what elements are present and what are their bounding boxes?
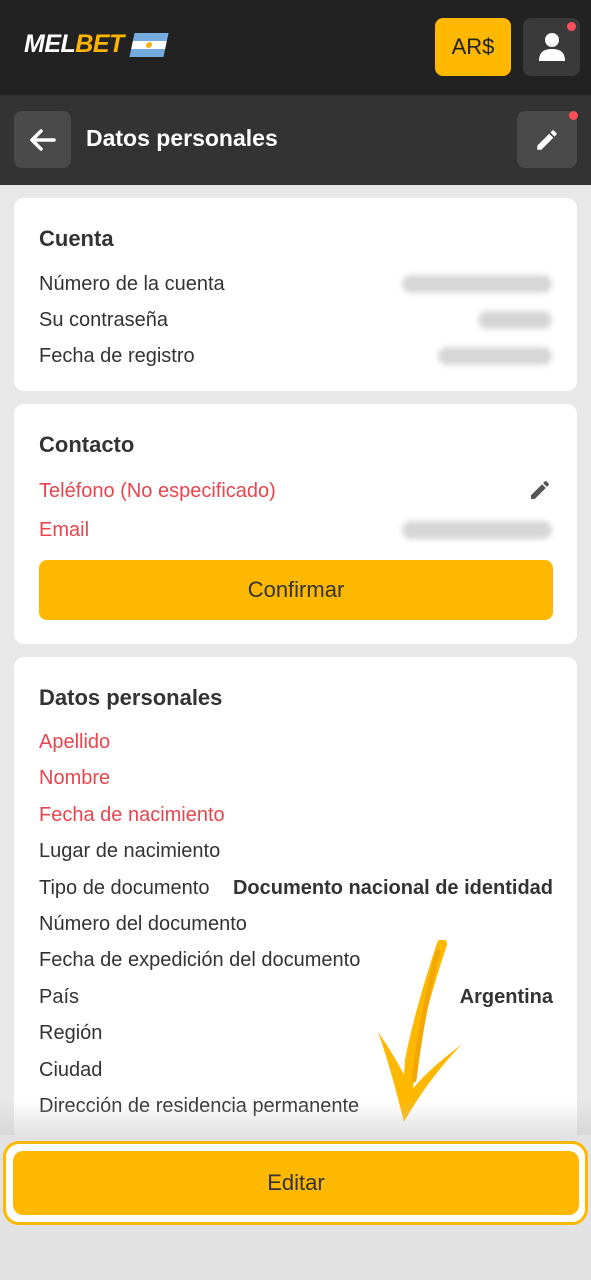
document-number-label: Número del documento: [39, 913, 247, 935]
document-type-label: Tipo de documento: [39, 877, 210, 899]
arrow-left-icon: [29, 128, 56, 151]
back-button[interactable]: [14, 111, 71, 168]
document-issue-date-label: Fecha de expedición del documento: [39, 949, 361, 971]
cuenta-card: Cuenta Número de la cuenta Su contraseña…: [14, 198, 577, 391]
page-title: Datos personales: [86, 125, 278, 151]
password-label: Su contraseña: [39, 309, 168, 331]
sub-header: Datos personales: [0, 95, 591, 185]
editar-label: Editar: [267, 1170, 325, 1195]
city-label: Ciudad: [39, 1059, 103, 1081]
contacto-title: Contacto: [39, 432, 135, 457]
melbet-logo[interactable]: MELBET: [24, 30, 169, 59]
top-bar: MELBET AR$: [0, 0, 591, 95]
country-label: País: [39, 986, 80, 1008]
phone-label: Teléfono (No especificado): [39, 480, 276, 502]
personal-data-card: Datos personales Apellido Nombre Fecha d…: [14, 657, 577, 1157]
user-icon: [538, 33, 565, 61]
contacto-card: Contacto Teléfono (No especificado) Emai…: [14, 404, 577, 644]
editar-button[interactable]: Editar: [13, 1151, 579, 1215]
registration-date-label: Fecha de registro: [39, 345, 195, 367]
edit-profile-button[interactable]: [517, 111, 577, 168]
email-value: [402, 521, 552, 539]
currency-button[interactable]: AR$: [435, 18, 511, 76]
currency-label: AR$: [451, 34, 495, 59]
surname-label: Apellido: [39, 731, 111, 753]
registration-date-value: [438, 347, 552, 365]
edit-notification-dot: [569, 111, 578, 120]
pencil-icon[interactable]: [528, 478, 552, 502]
document-type-value: Documento nacional de identidad: [232, 877, 553, 899]
logo-text: MELBET: [24, 30, 124, 59]
name-label: Nombre: [39, 767, 111, 789]
email-label: Email: [39, 519, 90, 541]
logo-text-bet: BET: [75, 30, 124, 58]
pencil-icon: [537, 129, 557, 150]
confirm-button[interactable]: Confirmar: [39, 560, 553, 620]
account-number-value: [402, 275, 552, 293]
personal-data-title: Datos personales: [39, 685, 223, 710]
account-number-label: Número de la cuenta: [39, 273, 225, 295]
password-value: [478, 311, 552, 329]
cuenta-title: Cuenta: [39, 226, 114, 251]
birth-place-label: Lugar de nacimiento: [39, 840, 221, 862]
birth-date-label: Fecha de nacimiento: [39, 804, 225, 826]
notification-dot: [567, 22, 576, 31]
confirm-label: Confirmar: [247, 577, 345, 602]
logo-text-mel: MEL: [24, 30, 76, 58]
argentina-flag-icon: [129, 32, 169, 57]
region-label: Región: [39, 1022, 103, 1044]
